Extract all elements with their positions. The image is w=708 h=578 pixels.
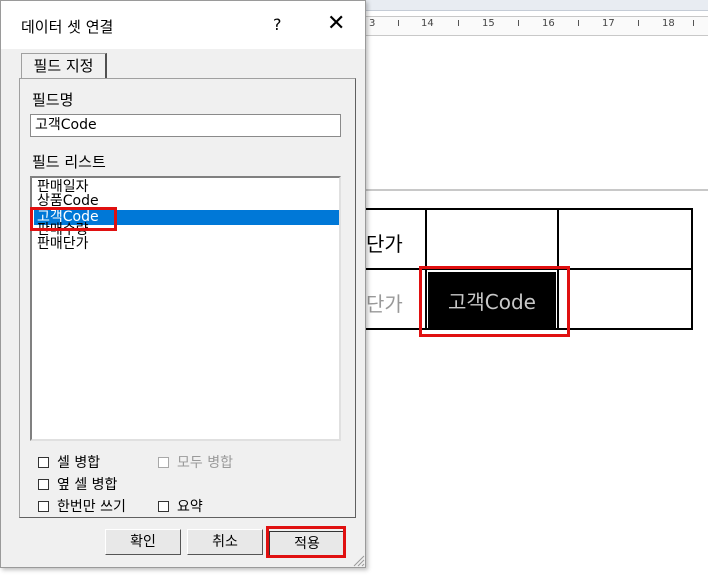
merge-cell-checkbox[interactable]: 셀 병합 bbox=[38, 452, 100, 472]
checkbox-square bbox=[38, 456, 49, 468]
ruler-number: 18 bbox=[662, 18, 675, 29]
dataset-link-dialog: 데이터 셋 연결 ? ✕ 필드 지정 필드명 고객Code 필드 리스트 판매일… bbox=[0, 0, 366, 568]
ruler-tick bbox=[638, 20, 639, 26]
field-name-input[interactable]: 고객Code bbox=[30, 114, 341, 137]
merge-all-checkbox: 모두 병합 bbox=[158, 452, 233, 472]
checkbox-square bbox=[158, 500, 169, 512]
merge-adjacent-checkbox[interactable]: 옆 셀 병합 bbox=[38, 474, 117, 494]
ruler-tick bbox=[398, 20, 399, 26]
checkbox-label: 한번만 쓰기 bbox=[57, 499, 126, 515]
horizontal-ruler bbox=[365, 16, 708, 36]
highlight-box-cell bbox=[419, 266, 570, 337]
checkbox-label: 모두 병합 bbox=[177, 455, 233, 471]
checkbox-label: 셀 병합 bbox=[57, 455, 101, 471]
dialog-title: 데이터 셋 연결 bbox=[21, 18, 114, 36]
ruler-tick bbox=[518, 20, 519, 26]
field-name-label: 필드명 bbox=[32, 91, 74, 109]
dialog-titlebar[interactable]: 데이터 셋 연결 ? ✕ bbox=[1, 1, 365, 49]
highlight-box-apply bbox=[266, 526, 346, 558]
table-cell-unit-price[interactable]: 단가 bbox=[366, 228, 403, 257]
ok-button[interactable]: 확인 bbox=[105, 529, 181, 555]
checkbox-square bbox=[38, 478, 49, 490]
field-list-label: 필드 리스트 bbox=[32, 153, 106, 171]
ruler-tick bbox=[458, 20, 459, 26]
checkbox-label: 요약 bbox=[177, 499, 203, 515]
summary-checkbox[interactable]: 요약 bbox=[158, 496, 203, 516]
ruler-number: 15 bbox=[482, 18, 495, 29]
ruler-number: 17 bbox=[602, 18, 615, 29]
help-icon[interactable]: ? bbox=[273, 15, 282, 34]
checkbox-label: 옆 셀 병합 bbox=[57, 477, 118, 493]
highlight-box-list bbox=[30, 207, 117, 231]
close-icon[interactable]: ✕ bbox=[327, 13, 345, 35]
resize-grip-icon[interactable] bbox=[351, 553, 365, 567]
ruler-tick bbox=[693, 20, 694, 26]
list-item[interactable]: 판매단가 bbox=[34, 237, 339, 252]
ruler-number: 3 bbox=[369, 18, 376, 29]
ruler-number: 16 bbox=[542, 18, 555, 29]
checkbox-square bbox=[38, 500, 49, 512]
checkbox-square bbox=[158, 456, 169, 468]
table-cell-unit-price-field[interactable]: 단가 bbox=[366, 288, 403, 317]
ruler-number: 14 bbox=[421, 18, 434, 29]
write-once-checkbox[interactable]: 한번만 쓰기 bbox=[38, 496, 126, 516]
ruler-tick bbox=[578, 20, 579, 26]
tab-field-assign[interactable]: 필드 지정 bbox=[21, 53, 107, 79]
cancel-button[interactable]: 취소 bbox=[187, 529, 263, 555]
